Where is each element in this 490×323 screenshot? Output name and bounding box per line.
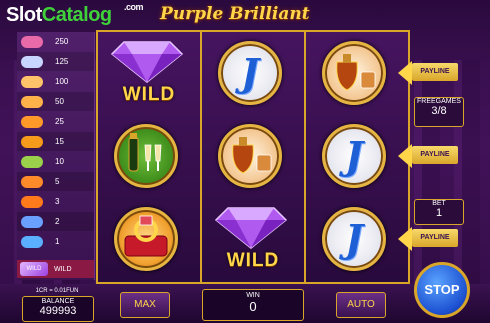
arrow-left-icon [398,61,412,85]
reel-symbol-j: J [202,32,304,115]
cognac-coin [218,124,282,188]
j-letter: J [241,50,259,95]
diamond-icon [110,41,184,83]
j-coin: J [322,207,386,271]
reel-symbol-ring [98,198,200,281]
coin-icon [21,235,43,248]
wild-gem-icon: WILD [20,262,48,276]
cognac-coin [322,41,386,105]
paytable-value: 50 [55,97,64,106]
paytable-value: 250 [55,37,69,46]
gem-icon [21,55,43,68]
max-bet-button[interactable]: MAX [120,292,170,318]
reel-1: WILD [98,32,200,282]
flag-icon [21,35,43,48]
paytable-row: 25 [17,112,94,131]
win-value: 0 [249,299,257,314]
denomination-label: 1CR = 0.01FUN [35,288,79,294]
paytable-value: 125 [55,57,69,66]
paytable-value: 10 [55,157,64,166]
paytable-value: 25 [55,117,64,126]
champagne-coin [114,124,178,188]
paytable-value: 5 [55,177,60,186]
wild-label: WILD [122,84,176,105]
coin-icon [21,215,43,228]
reel-2: J WILD [202,32,304,282]
j-letter: J [345,216,363,261]
logo-part2: Catalog [41,4,112,26]
win-label: WIN [246,292,260,299]
payline-marker-top: PAYLINE [398,60,460,86]
freegames-title: FREEGAMES [417,98,461,105]
paytable-value: 2 [55,217,60,226]
coin-icon [21,115,43,128]
champagne-icon [128,133,162,172]
reels-area: WILD J WILD J J [96,30,410,284]
j-letter: J [345,133,363,178]
payline-marker-bottom: PAYLINE [398,226,460,252]
coin-icon [21,135,43,148]
balance-value: 499993 [39,305,77,317]
reel-3: J J [306,32,408,282]
j-coin: J [322,124,386,188]
payline-label: PAYLINE [412,146,458,164]
reel-symbol-j: J [306,115,408,198]
j-coin: J [218,41,282,105]
paytable-row: 250 [17,32,94,51]
paytable-wild-row: WILD WILD [17,260,94,278]
coin-icon [21,195,43,208]
paytable-row: 100 [17,72,94,91]
paytable-wild-label: WILD [54,265,72,273]
ring-box-icon [124,215,168,257]
wild-label: WILD [226,250,280,271]
balance-label: BALANCE [41,298,75,305]
paytable-value: 15 [55,137,64,146]
paytable-row: 5 [17,172,94,191]
paytable-row: 3 [17,192,94,211]
arrow-left-icon [398,227,412,251]
cognac-icon [232,137,272,174]
paytable-row: 125 [17,52,94,71]
win-display: WIN 0 [202,289,304,321]
paytable: 250 125 100 50 25 15 10 5 3 2 1 WILD WIL… [17,32,95,280]
paytable-row: 15 [17,132,94,151]
cognac-icon [336,54,376,91]
stop-button[interactable]: STOP [414,262,470,318]
paytable-row: 2 [17,212,94,231]
balance-display: BALANCE 499993 [22,296,94,322]
paytable-row: 10 [17,152,94,171]
logo-part1: Slot [6,4,42,26]
reel-symbol-champagne [98,115,200,198]
paytable-value: 3 [55,197,60,206]
coin-icon [21,75,43,88]
coin-icon [21,95,43,108]
paytable-value: 1 [55,237,60,246]
arrow-left-icon [398,144,412,168]
bet-title: BET [432,200,446,207]
ring-coin [114,207,178,271]
payline-marker-middle: PAYLINE [398,143,460,169]
brand-logo: SlotCatalog .com [6,2,144,27]
diamond-icon [214,207,288,249]
auto-play-button[interactable]: AUTO [336,292,386,318]
reel-symbol-cognac [306,32,408,115]
reel-symbol-cognac [202,115,304,198]
game-title: Purple Brilliant [160,4,310,24]
reel-symbol-j: J [306,198,408,281]
bet-display[interactable]: BET 1 [414,199,464,225]
coin-icon [21,175,43,188]
payline-label: PAYLINE [412,229,458,247]
coin-icon [21,155,43,168]
reel-symbol-wild: WILD [202,198,304,281]
paytable-value: 100 [55,77,69,86]
freegames-value: 3/8 [431,105,447,117]
paytable-row: 50 [17,92,94,111]
logo-suffix: .com [124,2,144,12]
bet-value: 1 [435,207,443,219]
payline-label: PAYLINE [412,63,458,81]
reel-symbol-wild: WILD [98,32,200,115]
freegames-counter: FREEGAMES 3/8 [414,97,464,127]
paytable-row: 1 [17,232,94,251]
